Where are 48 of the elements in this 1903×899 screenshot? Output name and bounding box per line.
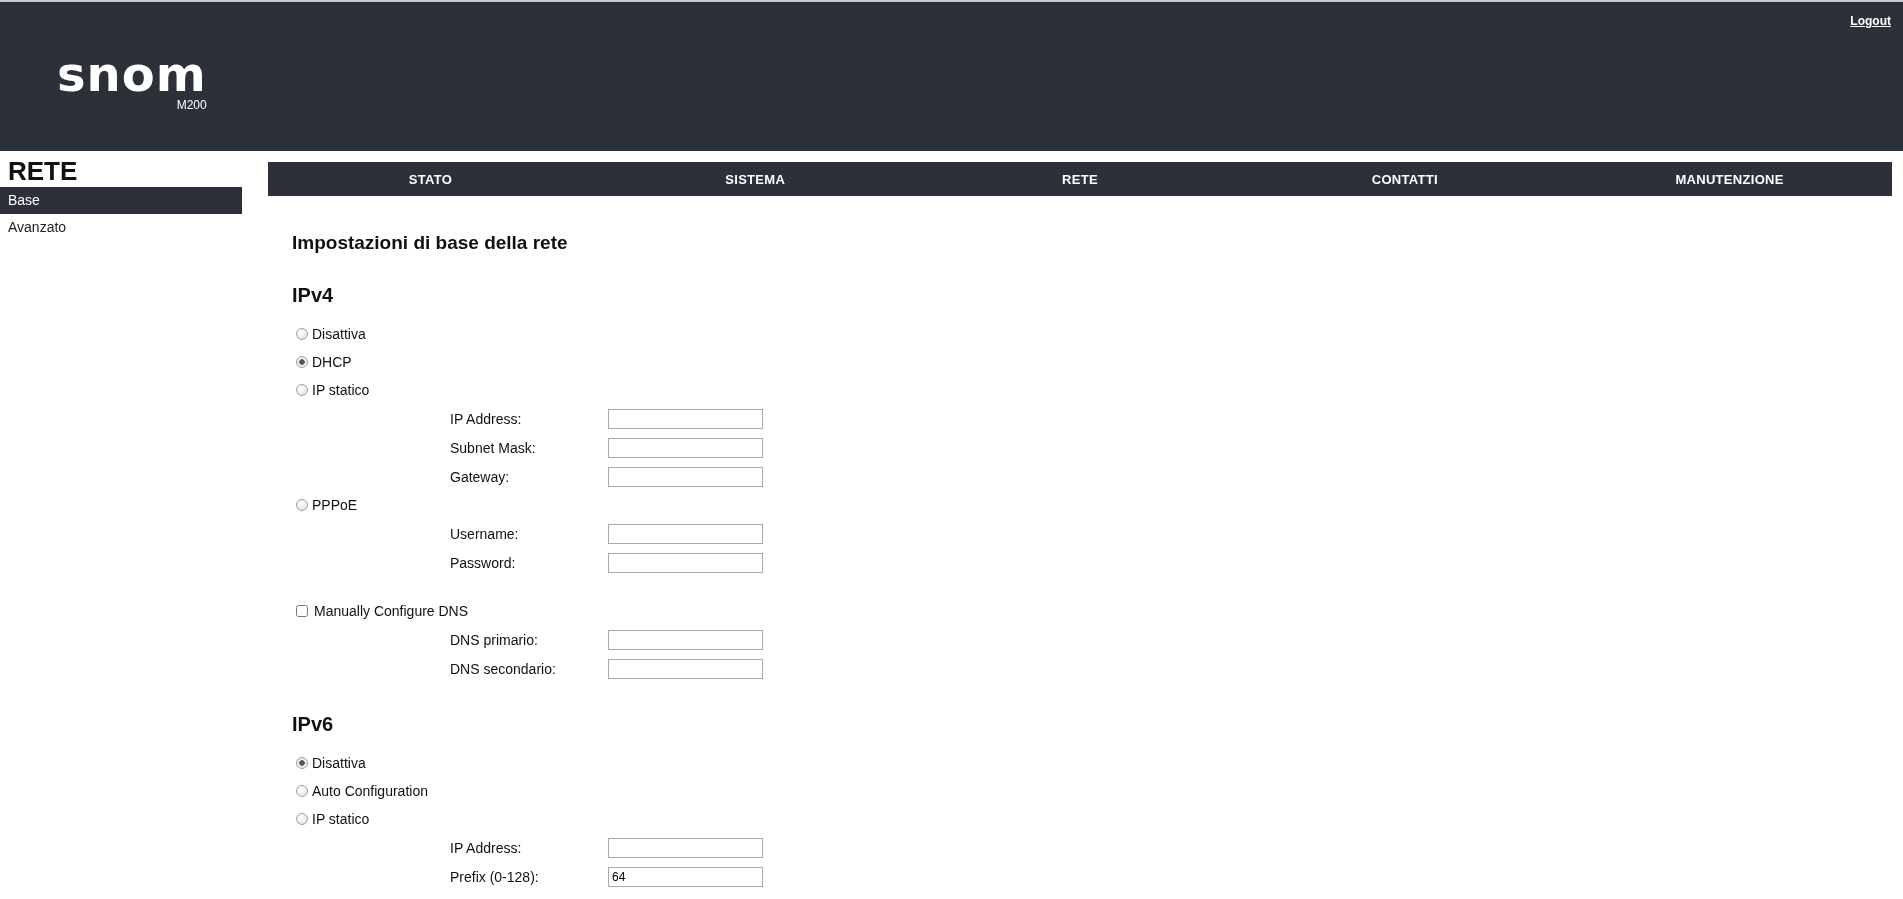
logo-text: snom <box>57 52 207 96</box>
radio-button[interactable] <box>296 757 308 769</box>
radio-label: Disattiva <box>312 326 366 342</box>
field-label: DNS primario: <box>450 631 539 648</box>
radio-label: IP statico <box>312 382 370 398</box>
radio-button[interactable] <box>296 785 308 797</box>
page-title: Impostazioni di base della rete <box>292 232 569 254</box>
nav-tab[interactable]: RETE <box>917 171 1243 187</box>
sidebar-item[interactable]: Avanzato <box>0 214 242 241</box>
logout-link[interactable]: Logout <box>1850 14 1891 28</box>
radio-label: Auto Configuration <box>312 783 428 799</box>
field-label: IP Address: <box>450 410 523 427</box>
radio-label: DHCP <box>312 354 352 370</box>
field-label: Prefix (0-128): <box>450 868 540 885</box>
checkbox-label: Manually Configure DNS <box>314 603 469 619</box>
field-label: Username: <box>450 525 520 542</box>
radio-button[interactable] <box>296 499 308 511</box>
input-field[interactable] <box>608 658 763 679</box>
input-field[interactable] <box>608 408 763 429</box>
nav-tab[interactable]: SISTEMA <box>592 171 918 187</box>
radio-button[interactable] <box>296 813 308 825</box>
input-field[interactable] <box>608 837 763 858</box>
field-label: DNS secondario: <box>450 660 557 677</box>
checkbox[interactable] <box>296 605 308 617</box>
radio-button[interactable] <box>296 384 308 396</box>
input-field[interactable] <box>608 552 763 573</box>
input-field[interactable] <box>608 523 763 544</box>
radio-label: Disattiva <box>312 755 366 771</box>
nav-tab[interactable]: MANUTENZIONE <box>1567 171 1892 187</box>
input-field[interactable] <box>608 466 763 487</box>
input-field[interactable] <box>608 629 763 650</box>
sidebar-item[interactable]: Base <box>0 187 242 214</box>
model-label: M200 <box>176 98 207 112</box>
radio-button[interactable] <box>296 356 308 368</box>
field-label: IP Address: <box>450 839 523 856</box>
section-title: RETE <box>7 155 79 187</box>
radio-label: PPPoE <box>312 497 358 513</box>
radio-button[interactable] <box>296 328 308 340</box>
nav-tab[interactable]: CONTATTI <box>1242 171 1568 187</box>
field-label: Subnet Mask: <box>450 439 537 456</box>
radio-label: IP statico <box>312 811 370 827</box>
section-heading: IPv4 <box>292 284 335 308</box>
nav-tab[interactable]: STATO <box>268 171 593 187</box>
field-label: Password: <box>450 554 517 571</box>
input-field[interactable]: 64 <box>608 866 763 887</box>
section-heading: IPv6 <box>292 713 335 737</box>
field-label: Gateway: <box>450 468 511 485</box>
input-field[interactable] <box>608 437 763 458</box>
